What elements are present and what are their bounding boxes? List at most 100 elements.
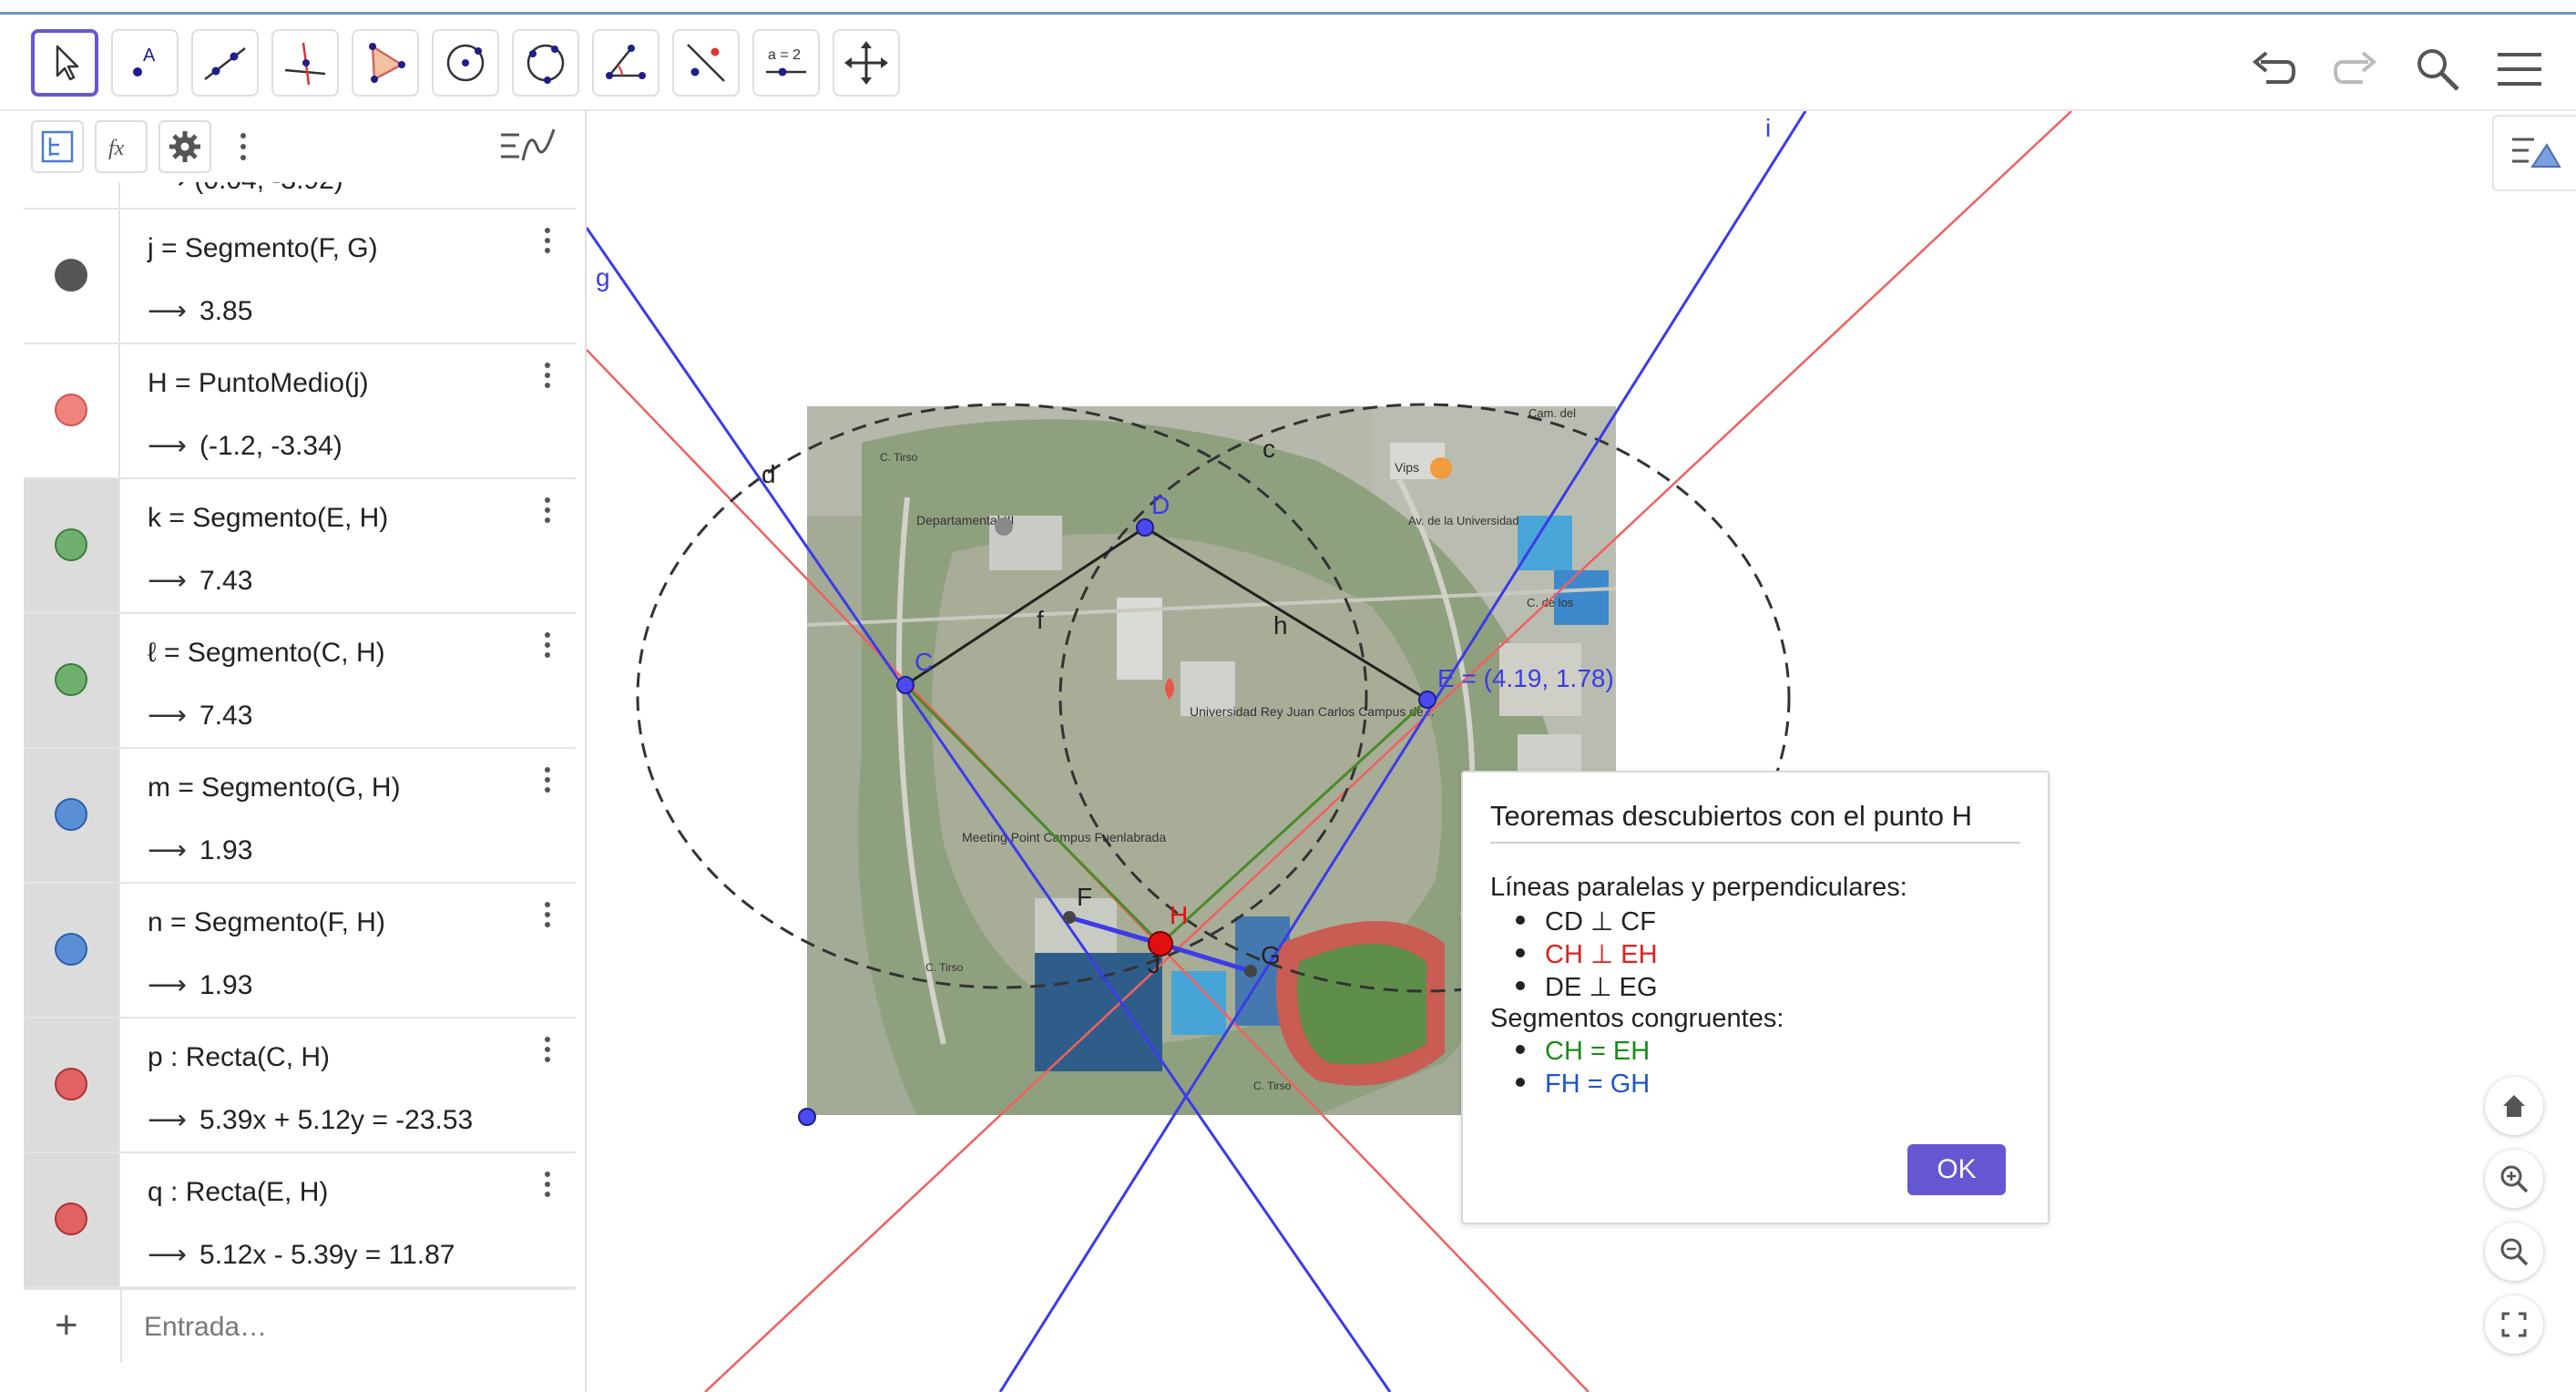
row-marble-area [24,344,120,477]
point-D[interactable] [1136,518,1154,537]
circle-d[interactable] [636,403,1368,989]
fullscreen-icon [2501,1312,2527,1337]
toolbar: A a = 2 [0,15,2576,111]
row-menu-button[interactable] [541,363,554,395]
svg-text:A: A [143,46,156,66]
label-i: i [1765,114,1771,142]
row-definition[interactable]: j = Segmento(F, G) [148,233,378,264]
row-menu-button[interactable] [541,1037,554,1070]
algebra-more-options-button[interactable] [239,133,248,164]
algebra-tree-button[interactable] [31,120,84,173]
zoom-out-button[interactable] [2485,1223,2543,1281]
visibility-marble[interactable] [55,259,87,292]
svg-text:a = 2: a = 2 [768,47,801,63]
row-definition[interactable]: n = Segmento(F, H) [148,907,385,938]
visibility-marble[interactable] [55,394,87,426]
row-menu-button[interactable] [541,902,554,935]
add-item-plus-icon[interactable]: + [55,1303,78,1348]
label-d: d [762,460,776,488]
algebra-row-m[interactable]: m = Segmento(G, H) ⟶ 1.93 [24,749,576,884]
algebra-input-row[interactable]: + Entrada… [24,1288,576,1363]
segment-k[interactable] [1159,698,1429,946]
perpendicular-line-tool-button[interactable] [271,29,339,97]
label-D: D [1151,491,1170,519]
graph-toggle-icon [501,128,556,161]
zoom-in-button[interactable] [2485,1150,2543,1208]
visibility-marble[interactable] [55,528,87,561]
algebra-row-j[interactable]: j = Segmento(F, G) ⟶ 3.85 [24,210,576,344]
algebra-input-field[interactable]: Entrada… [144,1312,267,1343]
row-menu-button[interactable] [541,497,554,530]
visibility-marble[interactable] [55,663,87,696]
row-definition[interactable]: m = Segmento(G, H) [148,773,401,803]
row-menu-button[interactable] [541,767,554,800]
row-menu-button[interactable] [541,632,554,665]
row-value: ⟶ 5.39x + 5.12y = -23.53 [148,1105,474,1135]
algebra-view: fx ⟶ (0.04, -3.92) j = Segmento(F, G) ⟶3… [0,111,587,1392]
slider-tool-button[interactable]: a = 2 [752,29,820,97]
visibility-marble[interactable] [55,798,87,831]
row-value: ⟶ 3.85 [148,296,253,326]
fullscreen-button[interactable] [2485,1295,2543,1354]
window-top-border [0,0,2576,15]
algebra-row-p[interactable]: p : Recta(C, H) ⟶ 5.39x + 5.12y = -23.53 [24,1018,576,1153]
reflect-about-line-tool-button[interactable] [672,29,740,97]
circle-center-point-tool-button[interactable] [432,29,499,97]
polygon-icon [369,43,405,83]
perpendicular-line-icon [284,42,326,86]
standard-view-button[interactable] [2485,1077,2543,1135]
move-graphics-view-tool-button[interactable] [833,29,900,97]
angle-tool-button[interactable] [592,29,659,97]
polygon-tool-button[interactable] [352,29,419,97]
algebra-toolbar: fx [0,111,585,182]
row-definition[interactable]: p : Recta(C, H) [148,1042,330,1073]
segment-l[interactable] [904,683,1162,946]
theorem-item: CD ⊥ CF [1516,906,1656,937]
row-definition[interactable]: k = Segmento(E, H) [148,503,388,534]
algebra-view-toggle-button[interactable] [499,126,557,168]
row-marble-area [24,614,120,747]
theorems-dialog: Teoremas descubiertos con el punto H Lín… [1461,771,2050,1224]
style-bar-toggle[interactable] [2492,115,2576,191]
algebra-row-k[interactable]: k = Segmento(E, H) ⟶ 7.43 [24,479,576,614]
row-definition[interactable]: ℓ = Segmento(C, H) [148,638,385,669]
search-button[interactable] [2410,42,2465,97]
row-menu-button[interactable] [541,1172,554,1204]
line-icon [204,47,246,80]
ok-button[interactable]: OK [1907,1144,2006,1195]
row-definition[interactable]: H = PuntoMedio(j) [148,368,369,399]
segment-f[interactable] [905,526,1146,687]
circle-three-points-tool-button[interactable] [512,29,579,97]
algebra-row-q[interactable]: q : Recta(E, H) ⟶ 5.12x - 5.39y = 11.87 [24,1153,576,1288]
move-tool-button[interactable] [31,29,98,97]
algebra-row-n[interactable]: n = Segmento(F, H) ⟶ 1.93 [24,884,576,1018]
algebra-row-l[interactable]: ℓ = Segmento(C, H) ⟶ 7.43 [24,614,576,749]
line-tool-button[interactable] [191,29,259,97]
redo-button[interactable] [2328,42,2383,97]
point-tool-button[interactable]: A [111,29,179,97]
undo-button[interactable] [2246,42,2301,97]
row-menu-button[interactable] [541,228,554,261]
algebra-settings-button[interactable] [158,120,211,173]
point-C[interactable] [896,676,915,694]
row-value: ⟶ 5.12x - 5.39y = 11.87 [148,1240,455,1270]
algebra-row-H[interactable]: H = PuntoMedio(j) ⟶ (-1.2, -3.34) [24,344,576,479]
algebra-row-partial[interactable]: ⟶ (0.04, -3.92) [24,182,576,210]
label-h: h [1273,611,1288,640]
visibility-marble[interactable] [55,1068,87,1100]
section-congruent-segments: Segmentos congruentes: [1490,1004,1784,1033]
graphics-style-icon [2512,138,2561,168]
point-G[interactable] [1244,965,1257,977]
label-G: G [1261,941,1281,969]
label-F: F [1077,883,1092,911]
row-definition[interactable]: q : Recta(E, H) [148,1177,328,1208]
image-corner-point[interactable] [798,1108,816,1126]
main-menu-button[interactable] [2492,42,2547,97]
line-g[interactable] [587,227,1392,1392]
function-input-button[interactable]: fx [95,120,148,173]
visibility-marble[interactable] [55,1203,87,1235]
point-F[interactable] [1063,911,1076,924]
visibility-marble[interactable] [55,933,87,966]
point-E[interactable] [1418,691,1436,709]
row-value: ⟶ 1.93 [148,835,253,865]
